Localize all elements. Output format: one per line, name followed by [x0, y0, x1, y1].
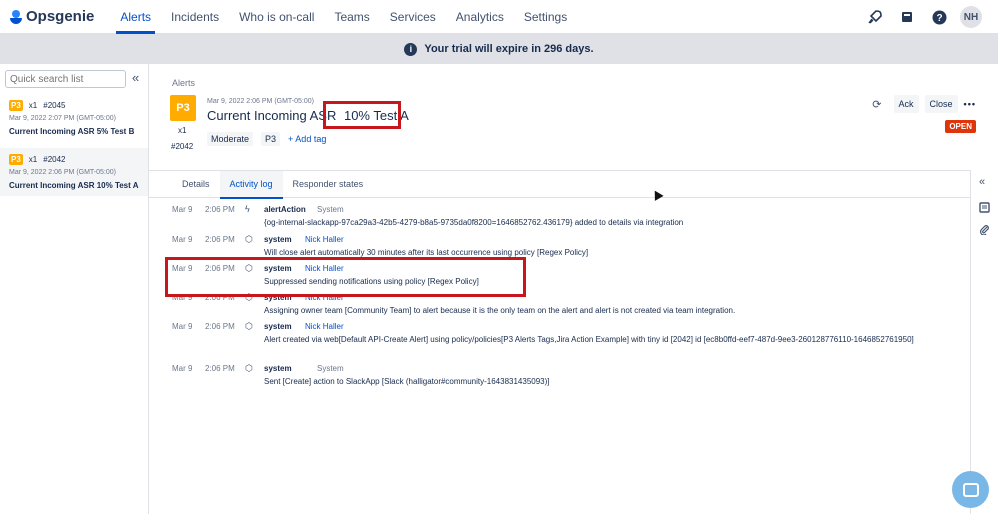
log-message: Assigning owner team [Community Team] to…: [264, 306, 736, 315]
opsgenie-logo-icon: [10, 9, 22, 24]
brand-name: Opsgenie: [26, 8, 95, 25]
help-icon[interactable]: ?: [928, 6, 950, 28]
alert-title: Current Incoming ASR 10% Test A: [9, 181, 139, 190]
chat-launcher-button[interactable]: [952, 471, 989, 508]
log-time: 2:06 PM: [205, 205, 235, 214]
more-actions-button[interactable]: •••: [964, 99, 976, 109]
alert-count: x1: [28, 101, 38, 110]
cube-icon: ⬡: [245, 321, 253, 331]
nav-teams[interactable]: Teams: [324, 0, 379, 34]
log-message: Sent [Create] action to SlackApp [Slack …: [264, 377, 550, 386]
top-nav: Opsgenie Alerts Incidents Who is on-call…: [0, 0, 998, 34]
close-button[interactable]: Close: [924, 95, 958, 113]
cube-icon: ⬡: [245, 234, 253, 244]
log-user-link[interactable]: Nick Haller: [305, 322, 344, 331]
log-source: alertAction: [264, 205, 306, 214]
detail-tabs: Details Activity log Responder states: [149, 170, 970, 199]
expand-panel-icon[interactable]: «: [979, 176, 985, 188]
log-time: 2:06 PM: [205, 322, 235, 331]
brand-logo[interactable]: Opsgenie: [10, 8, 94, 25]
alert-list-item-selected[interactable]: P3 x1 #2042 Mar 9, 2022 2:06 PM (GMT-05:…: [0, 148, 148, 196]
quick-search-input[interactable]: [5, 70, 126, 88]
collapse-sidebar-icon[interactable]: «: [132, 70, 139, 85]
alert-detail: Alerts P3 x1 #2042 Mar 9, 2022 2:06 PM (…: [149, 64, 998, 514]
svg-text:?: ?: [936, 13, 942, 24]
log-user: System: [317, 205, 344, 214]
highlight-box-suppressed: [165, 257, 526, 297]
alert-count: x1: [28, 155, 38, 164]
log-source: system: [264, 322, 292, 331]
severity-chip[interactable]: Moderate: [207, 132, 254, 146]
nav-alerts[interactable]: Alerts: [110, 0, 161, 34]
log-message: {og-internal-slackapp-97ca29a3-42b5-4279…: [264, 218, 684, 227]
alert-created-date: Mar 9, 2022 2:06 PM (GMT-05:00): [207, 98, 314, 105]
cube-icon: ⬡: [245, 363, 253, 373]
priority-chip[interactable]: P3: [261, 132, 281, 146]
book-icon[interactable]: [896, 6, 918, 28]
status-badge: OPEN: [945, 120, 976, 133]
nav-analytics[interactable]: Analytics: [446, 0, 514, 34]
log-date: Mar 9: [172, 322, 193, 331]
nav-services[interactable]: Services: [380, 0, 446, 34]
priority-badge-large: P3: [170, 95, 196, 121]
rocket-icon[interactable]: [864, 6, 886, 28]
highlight-box-title: [323, 101, 401, 129]
trial-banner: i Your trial will expire in 296 days.: [0, 34, 998, 64]
alert-count: x1: [178, 126, 187, 135]
attachment-icon[interactable]: [979, 224, 990, 238]
alert-title: Current Incoming ASR 5% Test B: [9, 127, 135, 136]
avatar[interactable]: NH: [960, 6, 982, 28]
info-icon: i: [404, 42, 418, 56]
refresh-icon[interactable]: ⟳: [872, 98, 881, 111]
log-time: 2:06 PM: [205, 235, 235, 244]
log-user-link[interactable]: Nick Haller: [305, 235, 344, 244]
breadcrumb[interactable]: Alerts: [172, 78, 195, 88]
notes-icon[interactable]: [979, 202, 990, 216]
bolt-icon: ϟ: [245, 204, 250, 214]
chat-icon: [962, 482, 979, 497]
add-tag-link[interactable]: + Add tag: [288, 134, 326, 144]
alert-list-item[interactable]: P3 x1 #2045 Mar 9, 2022 2:07 PM (GMT-05:…: [0, 94, 148, 142]
title-prefix: Current Incoming ASR: [207, 108, 337, 123]
log-message: Alert created via web[Default API-Create…: [264, 335, 914, 344]
nav-settings[interactable]: Settings: [514, 0, 577, 34]
tab-activity-log[interactable]: Activity log: [219, 170, 283, 199]
tiny-id: #2042: [171, 142, 194, 151]
priority-badge: P3: [9, 100, 23, 111]
priority-badge: P3: [9, 154, 23, 165]
alert-id: #2045: [43, 101, 66, 110]
log-date: Mar 9: [172, 235, 193, 244]
alert-id: #2042: [43, 155, 66, 164]
log-time: 2:06 PM: [205, 364, 235, 373]
alert-date: Mar 9, 2022 2:07 PM (GMT-05:00): [9, 115, 116, 122]
tab-responder-states[interactable]: Responder states: [283, 171, 374, 198]
log-source: system: [264, 364, 292, 373]
log-date: Mar 9: [172, 364, 193, 373]
nav-incidents[interactable]: Incidents: [161, 0, 229, 34]
nav-who-is-on-call[interactable]: Who is on-call: [229, 0, 324, 34]
tab-details[interactable]: Details: [172, 171, 220, 198]
alert-list-sidebar: « P3 x1 #2045 Mar 9, 2022 2:07 PM (GMT-0…: [0, 64, 149, 514]
ack-button[interactable]: Ack: [893, 95, 919, 113]
log-source: system: [264, 235, 292, 244]
alert-date: Mar 9, 2022 2:06 PM (GMT-05:00): [9, 169, 116, 176]
trial-banner-text: Your trial will expire in 296 days.: [424, 43, 594, 55]
right-rail: «: [970, 170, 998, 514]
log-date: Mar 9: [172, 205, 193, 214]
log-user: System: [317, 364, 344, 373]
